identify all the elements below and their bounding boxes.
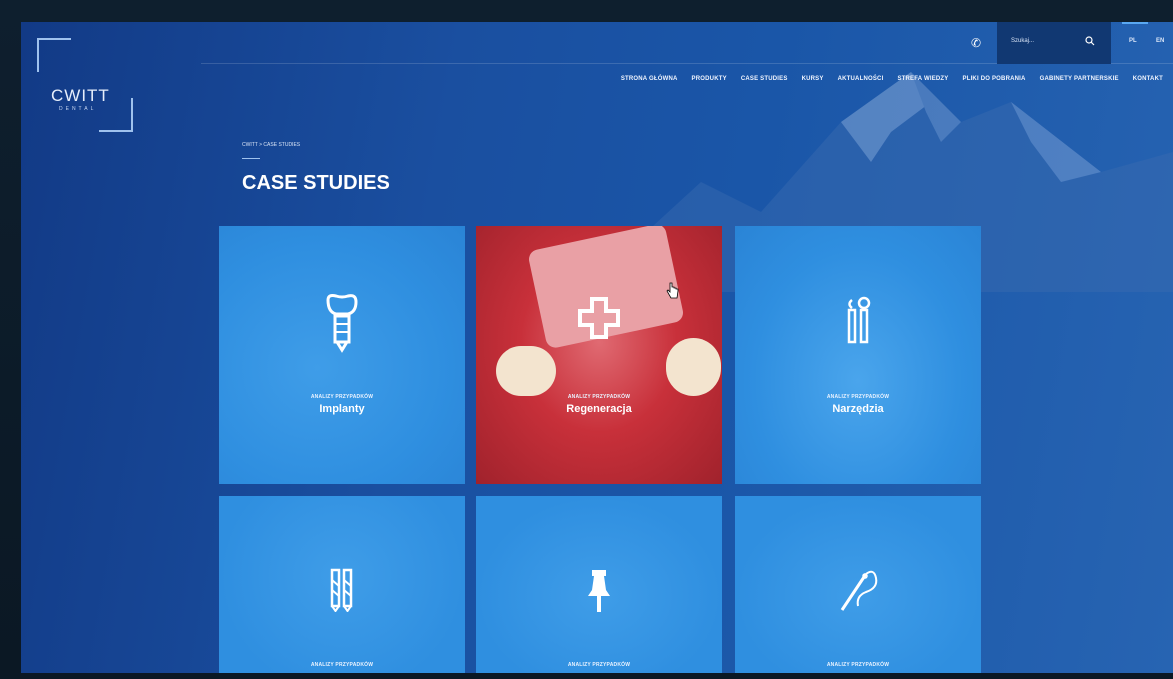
nav-products[interactable]: PRODUKTY <box>692 76 727 82</box>
website-screen: CWITT DENTAL ✆ Szukaj... PL EN STRONA GŁ… <box>21 22 1173 673</box>
pin-icon <box>588 570 610 612</box>
tile-label: Narzędzia <box>832 403 884 415</box>
tile-regeneration[interactable]: ANALIZY PRZYPADKÓW Regeneracja <box>476 226 722 484</box>
logo-subtitle: DENTAL <box>59 106 97 112</box>
nav-case-studies[interactable]: CASE STUDIES <box>741 76 788 82</box>
drill-icon <box>330 568 353 612</box>
tile-eyebrow: ANALIZY PRZYPADKÓW <box>826 662 890 668</box>
logo-wordmark: CWITT <box>51 86 110 105</box>
monitor-frame: CWITT DENTAL ✆ Szukaj... PL EN STRONA GŁ… <box>0 0 1173 679</box>
breadcrumb[interactable]: CWITT > CASE STUDIES <box>242 142 300 148</box>
cross-icon <box>578 297 620 339</box>
tooth-shape <box>496 346 556 396</box>
lang-en[interactable]: EN <box>1156 38 1164 44</box>
lang-pl[interactable]: PL <box>1129 38 1137 44</box>
phone-icon[interactable]: ✆ <box>971 36 981 50</box>
tile-tools[interactable]: ANALIZY PRZYPADKÓW Narzędzia <box>735 226 981 484</box>
logo[interactable]: CWITT DENTAL <box>37 38 133 132</box>
hand-cursor-icon <box>666 282 679 299</box>
tile-label: Regeneracja <box>566 403 632 415</box>
top-bar: ✆ Szukaj... PL EN <box>201 22 1173 64</box>
nav-news[interactable]: AKTUALNOŚCI <box>838 76 884 82</box>
dental-tools-icon <box>847 296 871 344</box>
active-language-indicator <box>1122 22 1148 24</box>
tile-eyebrow: ANALIZY PRZYPADKÓW <box>567 394 631 400</box>
nav-home[interactable]: STRONA GŁÓWNA <box>621 76 678 82</box>
tile-pins[interactable]: ANALIZY PRZYPADKÓW <box>476 496 722 673</box>
tooth-shape <box>666 338 721 396</box>
suture-icon <box>840 570 878 611</box>
tile-sutures[interactable]: ANALIZY PRZYPADKÓW <box>735 496 981 673</box>
nav-partners[interactable]: GABINETY PARTNERSKIE <box>1040 76 1119 82</box>
nav-courses[interactable]: KURSY <box>802 76 824 82</box>
page-title: CASE STUDIES <box>242 172 390 194</box>
search-box[interactable]: Szukaj... <box>997 22 1111 64</box>
nav-knowledge[interactable]: STREFA WIEDZY <box>897 76 948 82</box>
nav-downloads[interactable]: PLIKI DO POBRANIA <box>963 76 1026 82</box>
breadcrumb-divider <box>242 158 260 159</box>
tile-drills[interactable]: ANALIZY PRZYPADKÓW <box>219 496 465 673</box>
search-icon[interactable] <box>1085 36 1095 46</box>
nav-contact[interactable]: KONTAKT <box>1133 76 1163 82</box>
tile-eyebrow: ANALIZY PRZYPADKÓW <box>567 662 631 668</box>
tile-label: Implanty <box>319 403 365 415</box>
search-input[interactable]: Szukaj... <box>1011 38 1034 44</box>
tile-eyebrow: ANALIZY PRZYPADKÓW <box>826 394 890 400</box>
main-nav: STRONA GŁÓWNA PRODUKTY CASE STUDIES KURS… <box>621 76 1163 82</box>
tile-eyebrow: ANALIZY PRZYPADKÓW <box>310 662 374 668</box>
tile-implants[interactable]: ANALIZY PRZYPADKÓW Implanty <box>219 226 465 484</box>
tile-eyebrow: ANALIZY PRZYPADKÓW <box>310 394 374 400</box>
implant-icon <box>326 294 358 353</box>
